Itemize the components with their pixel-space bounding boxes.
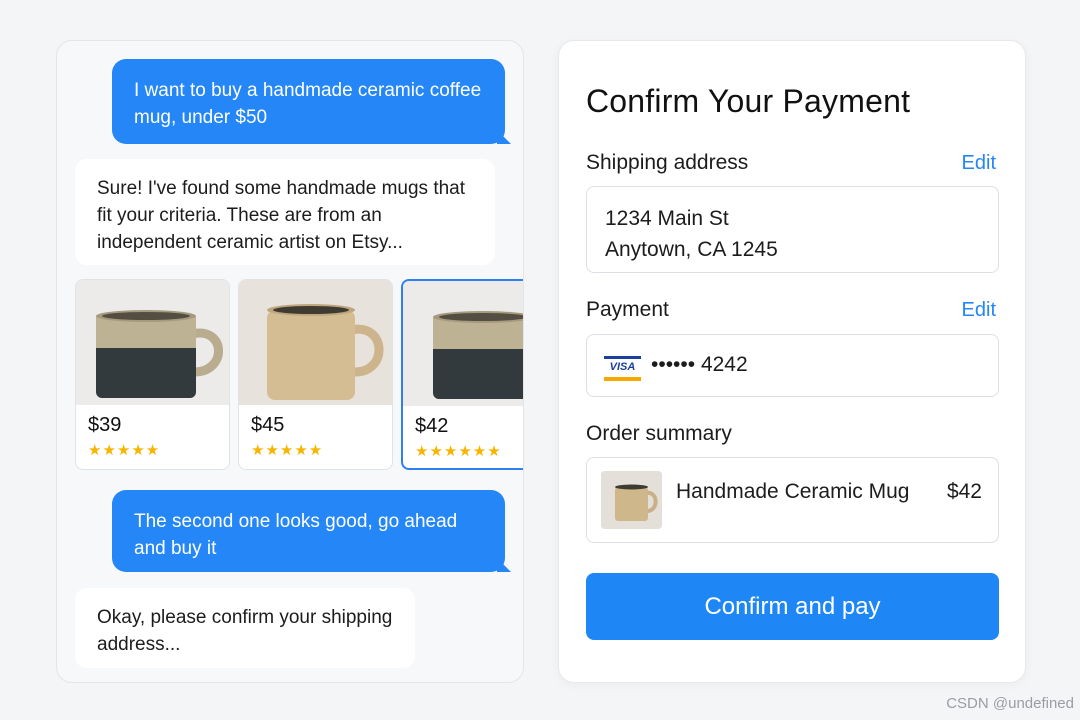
message-text: Sure! I've found some handmade mugs that… bbox=[97, 178, 466, 253]
product-card[interactable]: $45 ★★★★★ bbox=[238, 279, 393, 470]
chat-panel: I want to buy a handmade ceramic coffee … bbox=[56, 40, 524, 683]
product-price: $39 bbox=[88, 414, 122, 436]
page-title: Confirm Your Payment bbox=[586, 83, 911, 119]
star-rating: ★★★★★ bbox=[88, 442, 161, 459]
star-rating: ★★★★★★ bbox=[415, 443, 502, 460]
product-card-selected[interactable]: $42 ★★★★★★ bbox=[401, 279, 523, 470]
mug-thumbnail bbox=[601, 471, 662, 529]
address-line-1: 1234 Main St bbox=[605, 207, 729, 230]
message-text: Okay, please confirm your shipping addre… bbox=[97, 607, 393, 655]
visa-card-icon: VISA bbox=[604, 356, 641, 381]
mug-photo bbox=[239, 280, 392, 405]
bubble-tail bbox=[497, 558, 511, 572]
star-rating: ★★★★★ bbox=[251, 442, 324, 459]
product-card[interactable]: $39 ★★★★★ bbox=[75, 279, 230, 470]
card-brand: VISA bbox=[609, 361, 636, 373]
assistant-message-bubble: Okay, please confirm your shipping addre… bbox=[75, 588, 415, 668]
confirm-and-pay-button[interactable]: Confirm and pay bbox=[586, 573, 999, 640]
order-summary-item: Handmade Ceramic Mug $42 bbox=[586, 457, 999, 543]
address-line-2: Anytown, CA 1245 bbox=[605, 238, 778, 261]
payment-card: Confirm Your Payment Shipping address Ed… bbox=[558, 40, 1026, 683]
item-price: $42 bbox=[946, 480, 982, 503]
mug-photo bbox=[76, 280, 229, 405]
product-price: $42 bbox=[415, 415, 449, 437]
payment-method-field[interactable]: VISA •••••• 4242 bbox=[586, 334, 999, 397]
watermark: CSDN @undefined bbox=[946, 695, 1074, 712]
mug-photo bbox=[403, 281, 523, 406]
item-name: Handmade Ceramic Mug bbox=[676, 480, 910, 503]
product-price: $45 bbox=[251, 414, 285, 436]
bubble-tail bbox=[497, 130, 511, 144]
payment-label: Payment bbox=[586, 298, 669, 321]
edit-payment-link[interactable]: Edit bbox=[962, 299, 996, 322]
message-text: The second one looks good, go ahead and … bbox=[134, 511, 458, 559]
message-text: I want to buy a handmade ceramic coffee … bbox=[134, 80, 482, 128]
edit-shipping-link[interactable]: Edit bbox=[962, 152, 996, 175]
user-message-bubble: I want to buy a handmade ceramic coffee … bbox=[112, 59, 511, 144]
shipping-address-field[interactable]: 1234 Main St Anytown, CA 1245 bbox=[586, 186, 999, 273]
card-number: •••••• 4242 bbox=[651, 353, 748, 376]
user-message-bubble: The second one looks good, go ahead and … bbox=[112, 490, 511, 572]
order-summary-label: Order summary bbox=[586, 422, 732, 445]
shipping-address-label: Shipping address bbox=[586, 151, 749, 174]
assistant-message-bubble: Sure! I've found some handmade mugs that… bbox=[75, 159, 495, 265]
